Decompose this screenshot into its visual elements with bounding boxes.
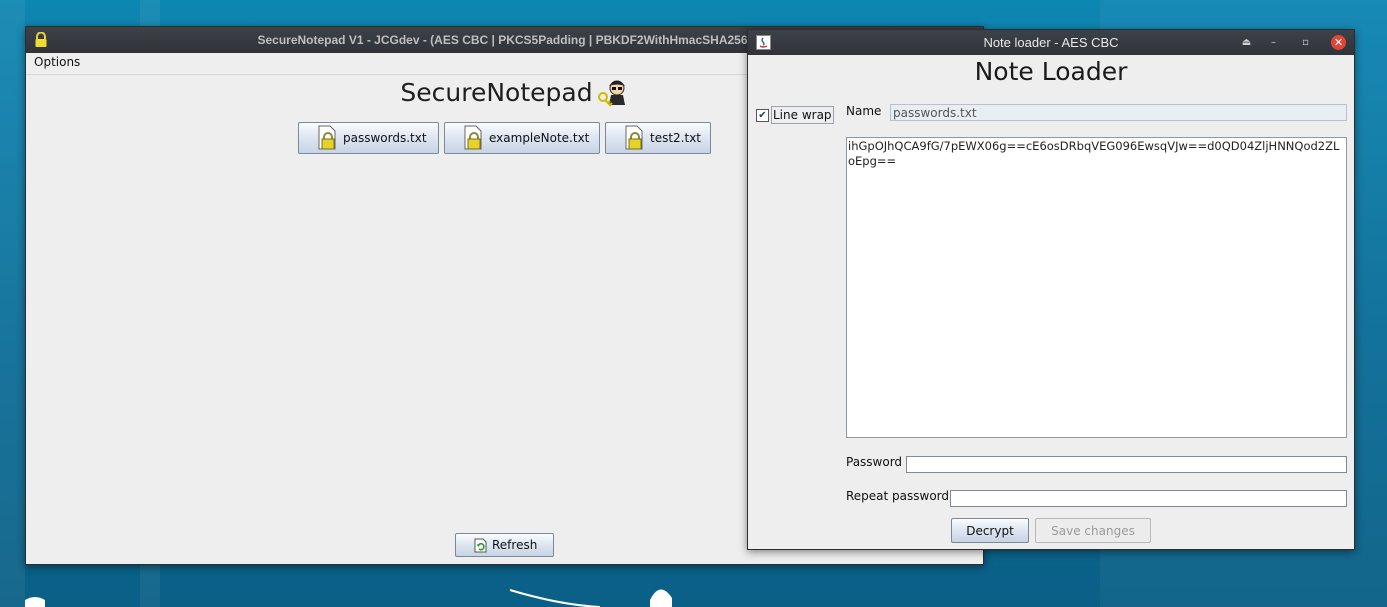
name-label: Name xyxy=(846,104,882,118)
save-changes-button[interactable]: Save changes xyxy=(1035,518,1151,543)
close-icon[interactable]: ✕ xyxy=(1331,35,1346,50)
note-button-label: exampleNote.txt xyxy=(489,131,590,145)
restore-icon[interactable]: ▫ xyxy=(1298,35,1313,50)
menu-options[interactable]: Options xyxy=(33,55,81,69)
password-field[interactable] xyxy=(906,456,1347,473)
note-button-test2[interactable]: test2.txt xyxy=(605,122,711,154)
loader-window-title: Note loader - AES CBC xyxy=(983,35,1119,50)
note-button-examplenote[interactable]: exampleNote.txt xyxy=(444,122,600,154)
refresh-label: Refresh xyxy=(492,538,538,552)
line-wrap-checkbox[interactable]: ✔ xyxy=(756,108,769,122)
app-title: SecureNotepad xyxy=(400,77,593,107)
note-loader-window[interactable]: Note loader - AES CBC ⏏ – ▫ ✕ Note Loade… xyxy=(747,29,1355,550)
ciphertext-area[interactable]: ihGpOJhQCA9fG/7pEWX06g==cE6osDRbqVEG096E… xyxy=(846,137,1347,438)
desktop-band xyxy=(0,0,25,607)
repeat-password-field[interactable] xyxy=(950,490,1347,507)
minimize-icon[interactable]: – xyxy=(1266,35,1281,50)
line-wrap-toggle[interactable]: ✔ Line wrap xyxy=(756,106,834,124)
loader-titlebar[interactable]: Note loader - AES CBC ⏏ – ▫ ✕ xyxy=(748,30,1354,55)
secret-agent-icon xyxy=(597,80,625,107)
lock-file-icon xyxy=(318,125,336,150)
refresh-button[interactable]: Refresh xyxy=(455,533,554,557)
line-wrap-label: Line wrap xyxy=(771,106,834,124)
eject-icon[interactable]: ⏏ xyxy=(1239,35,1254,50)
loader-heading: Note Loader xyxy=(974,57,1128,86)
name-field[interactable]: passwords.txt xyxy=(890,104,1347,121)
password-label: Password xyxy=(846,455,903,469)
refresh-icon xyxy=(474,538,487,552)
note-button-passwords[interactable]: passwords.txt xyxy=(298,122,439,154)
note-button-label: test2.txt xyxy=(650,131,702,145)
decrypt-button[interactable]: Decrypt xyxy=(951,518,1029,543)
repeat-password-label: Repeat password xyxy=(846,489,950,503)
note-button-label: passwords.txt xyxy=(343,131,427,145)
desktop-wallpaper-graphic xyxy=(25,589,672,607)
lock-file-icon xyxy=(625,125,643,150)
lock-file-icon xyxy=(464,125,482,150)
